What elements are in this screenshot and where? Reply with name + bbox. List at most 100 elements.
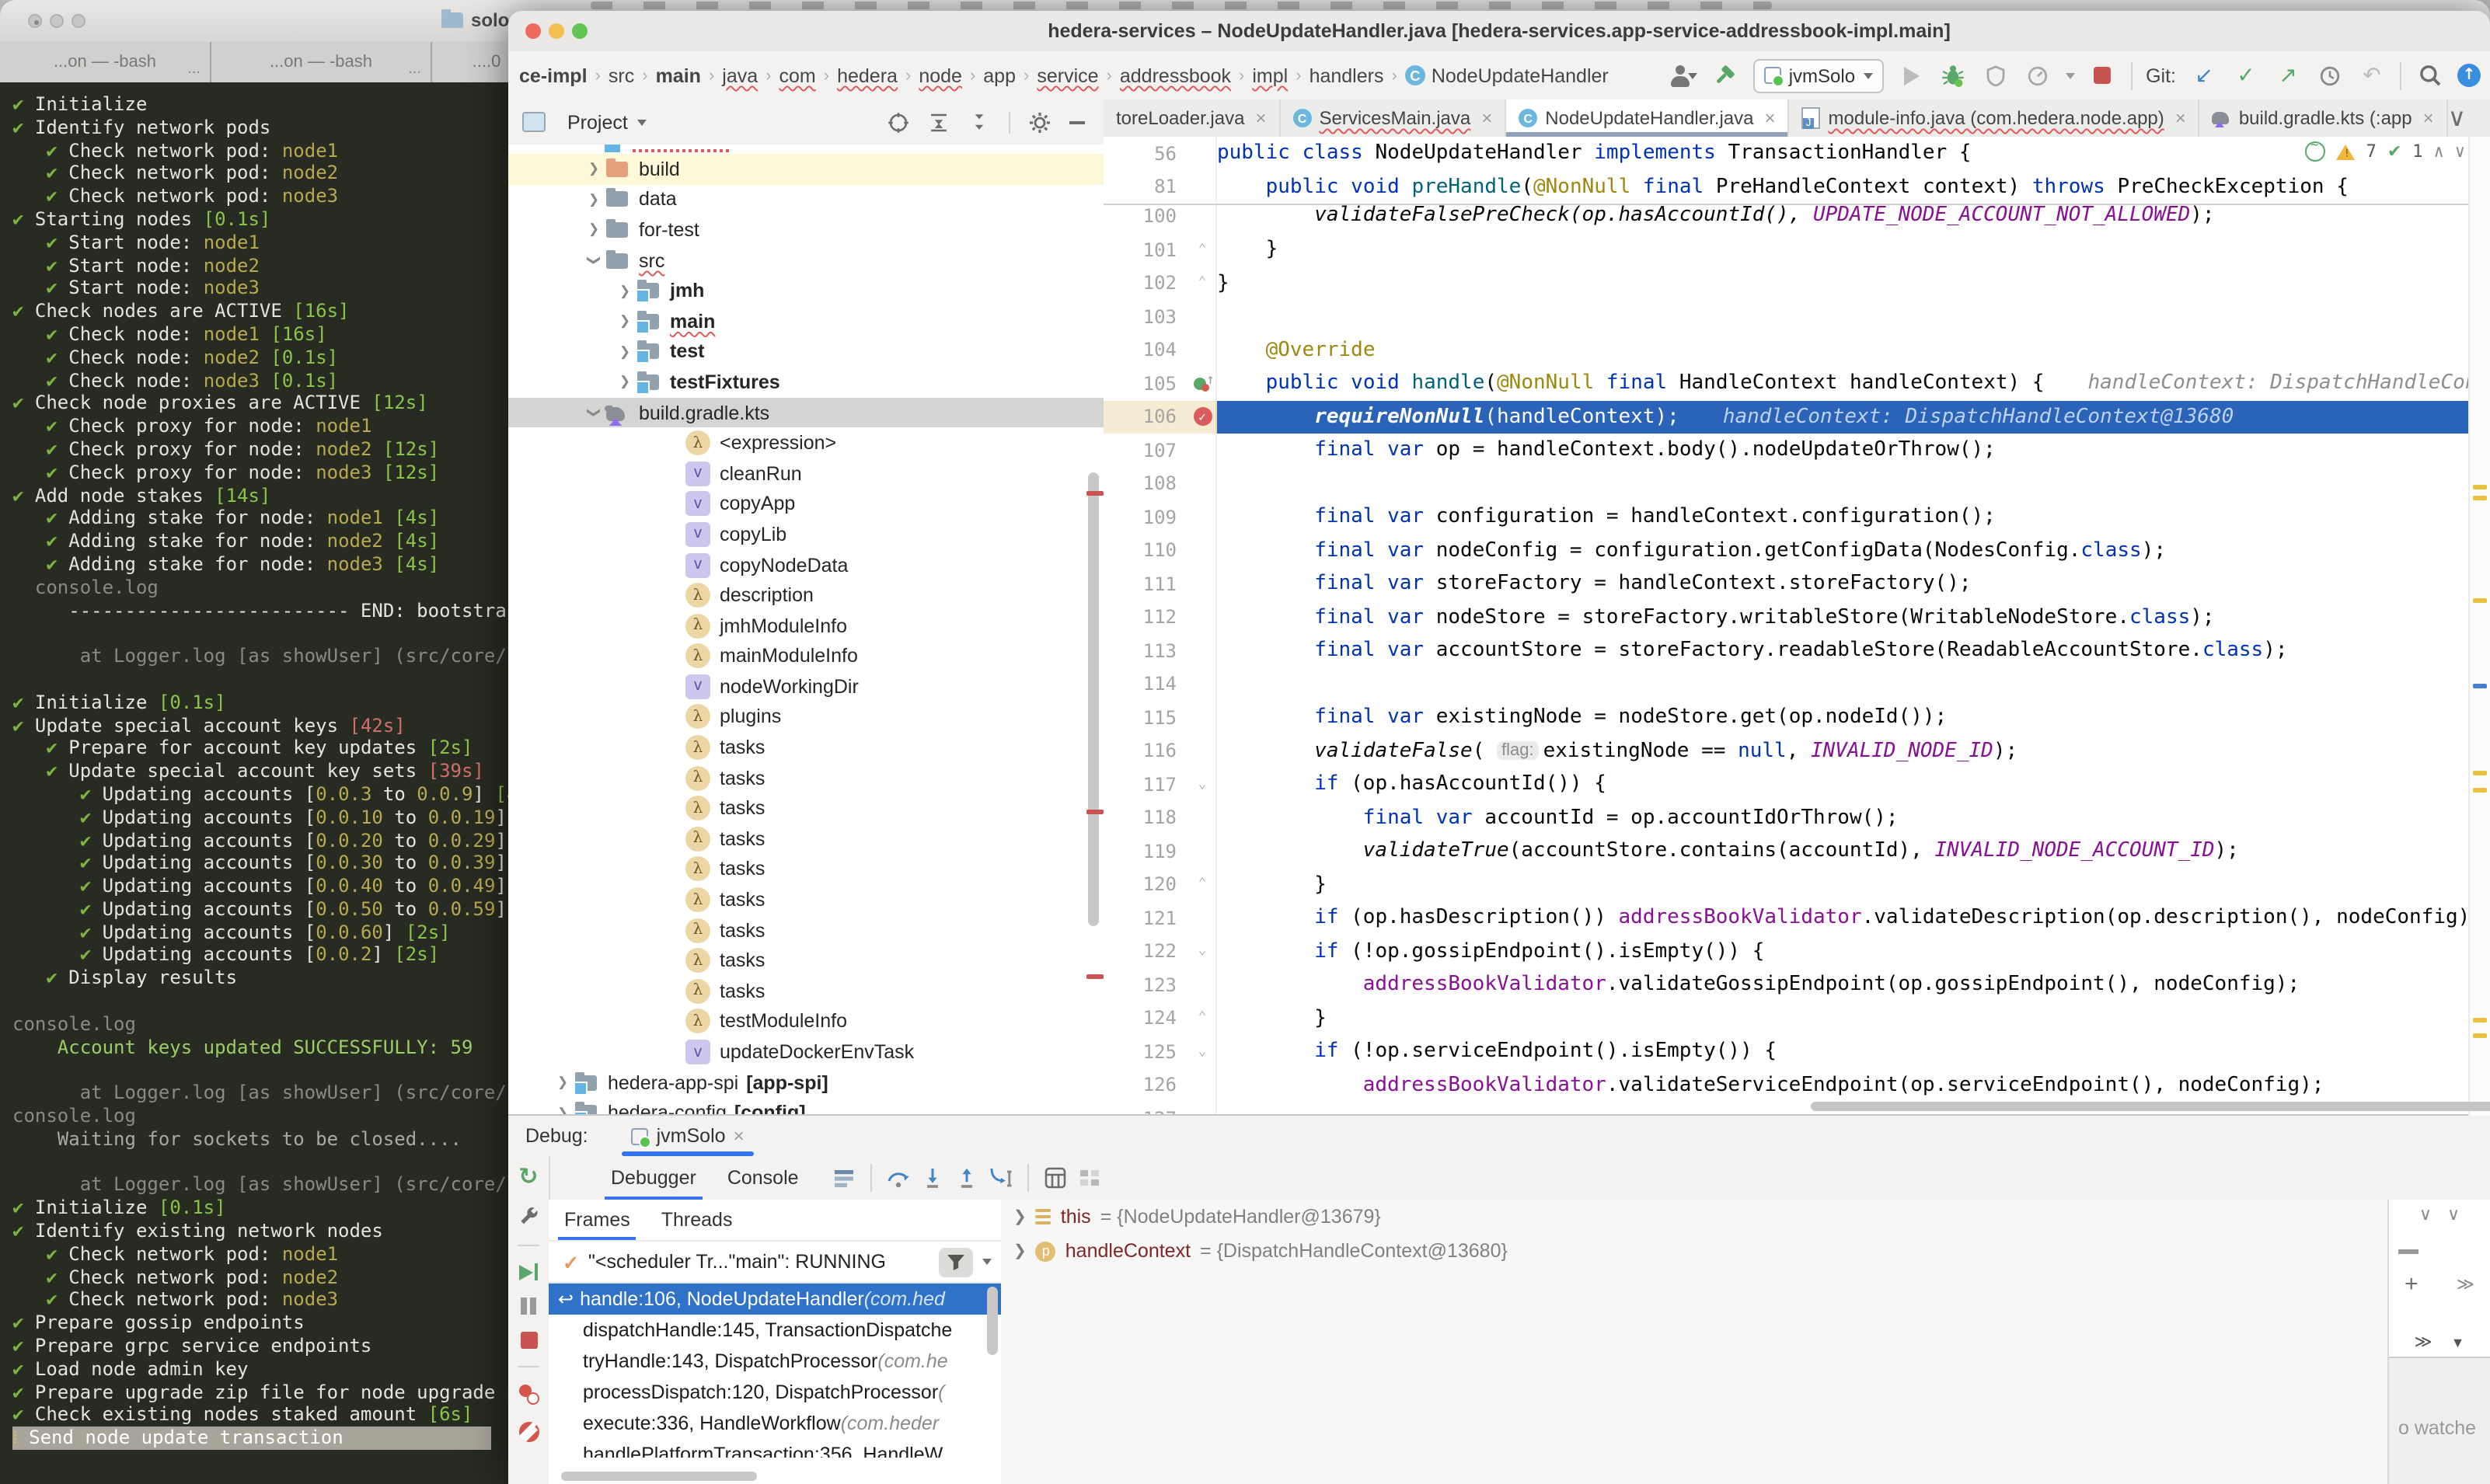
rollback-icon[interactable]: ↶ [2358,61,2386,89]
project-view-dropdown-icon[interactable] [637,119,647,125]
run-configuration-select[interactable]: jvmSolo [1753,58,1883,92]
tree-item-copynodedata[interactable]: vcopyNodeData [508,549,1104,580]
tree-item-description[interactable]: λdescription [508,580,1104,611]
close-icon[interactable]: × [2175,107,2186,129]
thread-selector[interactable]: ✓ "<scheduler Tr..."main": RUNNING [549,1242,1001,1284]
step-out-icon[interactable] [950,1161,984,1195]
tree-item-hedera-app-spi[interactable]: ❯hedera-app-spi[app-spi] [508,1068,1104,1098]
chevron-right-icon[interactable]: ❯ [552,1074,574,1091]
fold-icon[interactable]: ⌄ [1189,777,1215,793]
breadcrumb-item[interactable]: ce-impl [519,64,588,86]
tree-item-mainmoduleinfo[interactable]: λmainModuleInfo [508,641,1104,671]
tree-item-hedera-config[interactable]: ❯hedera-config[config] [508,1098,1104,1116]
stack-frame[interactable]: execute:336, HandleWorkflow (com.heder [549,1408,1001,1439]
line-number[interactable]: 81 [1104,176,1189,198]
code-line-113[interactable]: 113final var accountStore = storeFactory… [1104,634,2490,667]
breadcrumb-item[interactable]: src [609,64,634,86]
settings-wrench-icon[interactable] [518,1206,539,1228]
more-options-icon[interactable]: ⋮ [2481,103,2490,134]
tree-item-updatedockerenvtask[interactable]: vupdateDockerEnvTask [508,1036,1104,1067]
code-line-118[interactable]: 118final var accountId = op.accountIdOrT… [1104,801,2490,834]
frames-horizontal-scrollbar[interactable] [561,1472,757,1481]
code-line-106[interactable]: 106✓requireNonNull(handleContext);handle… [1104,400,2490,434]
line-number[interactable]: 125 [1104,1041,1189,1063]
terminal-close-button[interactable] [28,14,42,28]
tree-item-copyapp[interactable]: vcopyApp [508,489,1104,519]
code-line-112[interactable]: 112final var nodeStore = storeFactory.wr… [1104,601,2490,634]
stack-frame[interactable]: handlePlatformTransaction:356, HandleW [549,1439,1001,1458]
tab-debugger[interactable]: Debugger [595,1156,712,1200]
breadcrumb-item[interactable]: handlers [1310,64,1384,86]
thread-dropdown-icon[interactable] [982,1259,992,1265]
breadcrumb-item[interactable]: main [656,64,701,86]
step-into-icon[interactable] [915,1161,950,1195]
git-push-icon[interactable]: ↗ [2274,61,2302,89]
line-number[interactable]: 113 [1104,640,1189,662]
add-watch-button[interactable]: + [2405,1271,2419,1298]
tree-item-test[interactable]: ❯test [508,336,1104,367]
code-line-107[interactable]: 107final var op = handleContext.body().n… [1104,434,2490,467]
tree-item-plugins[interactable]: λplugins [508,702,1104,732]
close-icon[interactable]: × [2423,107,2434,129]
chevron-right-icon[interactable]: ❯ [583,191,605,208]
tree-item-tasks[interactable]: λtasks [508,885,1104,915]
tree-item-for-test[interactable]: ❯for-test [508,214,1104,245]
line-number[interactable]: 56 [1104,143,1189,165]
code-line-111[interactable]: 111final var storeFactory = handleContex… [1104,567,2490,601]
code-line-101[interactable]: 101⌃} [1104,233,2490,266]
terminal-tab[interactable]: ...on — -bash... [0,42,211,82]
hide-panel-icon[interactable] [1069,120,1085,124]
ide-update-icon[interactable]: ↑ [2457,64,2481,87]
editor-error-stripe[interactable] [2468,137,2490,1116]
tree-item-data[interactable]: ❯data [508,184,1104,214]
chevron-down-icon[interactable]: ∨ [2448,103,2466,134]
mute-breakpoints-icon[interactable] [518,1422,539,1442]
unfold-icon[interactable]: ⌃ [1189,877,1215,893]
tree-item-cleanrun[interactable]: vcleanRun [508,458,1104,489]
breadcrumb-item[interactable]: app [983,64,1016,86]
git-update-icon[interactable]: ↙ [2190,61,2218,89]
breadcrumb-item[interactable]: impl [1252,64,1288,86]
coverage-button[interactable] [1981,61,2009,89]
run-to-cursor-icon[interactable] [984,1161,1018,1195]
editor-tab[interactable]: toreLoader.java× [1104,99,1281,137]
restore-layout-icon[interactable] [1072,1161,1107,1195]
code-line-115[interactable]: 115final var existingNode = nodeStore.ge… [1104,701,2490,734]
tab-console[interactable]: Console [712,1156,814,1200]
view-breakpoints-icon[interactable] [518,1385,539,1405]
code-line-110[interactable]: 110final var nodeConfig = configuration.… [1104,534,2490,567]
variable-row[interactable]: ❯phandleContext = {DispatchHandleContext… [1001,1234,2389,1268]
git-commit-icon[interactable]: ✓ [2232,61,2260,89]
close-icon[interactable]: × [734,1125,745,1147]
code-line-123[interactable]: 123addressBookValidator.validateGossipEn… [1104,968,2490,1002]
tab-frames[interactable]: Frames [549,1200,646,1240]
prev-problem-icon[interactable]: ∧ [2434,141,2444,162]
terminal-tab[interactable]: ...on — -bash... [211,42,432,82]
tree-item-copylib[interactable]: vcopyLib [508,519,1104,549]
stop-button[interactable] [2088,61,2116,89]
variable-row[interactable]: ❯this = {NodeUpdateHandler@13679} [1001,1200,2389,1234]
line-number[interactable]: 102 [1104,273,1189,294]
rerun-icon[interactable]: ↻ [518,1165,538,1189]
chevron-right-icon[interactable]: ❯ [614,313,636,330]
run-button[interactable] [1897,61,1925,89]
line-number[interactable]: 100 [1104,205,1189,227]
code-line-103[interactable]: 103 [1104,300,2490,333]
line-number[interactable]: 124 [1104,1008,1189,1029]
breadcrumb-item[interactable]: NodeUpdateHandler [1432,64,1609,86]
build-hammer-icon[interactable] [1711,61,1739,89]
history-icon[interactable] [2316,61,2344,89]
chevron-down-icon[interactable]: ∨ [2419,1204,2432,1224]
stack-frame[interactable]: processDispatch:120, DispatchProcessor ( [549,1377,1001,1408]
debug-button[interactable] [1939,61,1967,89]
tree-item-build[interactable]: ❯build [508,154,1104,184]
line-number[interactable]: 104 [1104,340,1189,361]
tree-item-tasks[interactable]: λtasks [508,915,1104,946]
tree-item-tasks[interactable]: λtasks [508,946,1104,976]
breadcrumb-item[interactable]: com [779,64,816,86]
chevron-down-icon[interactable]: ❯ [585,402,602,423]
tree-item-build-gradle-kts[interactable]: ❯build.gradle.kts [508,398,1104,428]
code-line-125[interactable]: 125⌄if (!op.serviceEndpoint().isEmpty())… [1104,1035,2490,1068]
user-avatar-icon[interactable] [1669,61,1697,89]
profiler-button[interactable] [2023,61,2051,89]
